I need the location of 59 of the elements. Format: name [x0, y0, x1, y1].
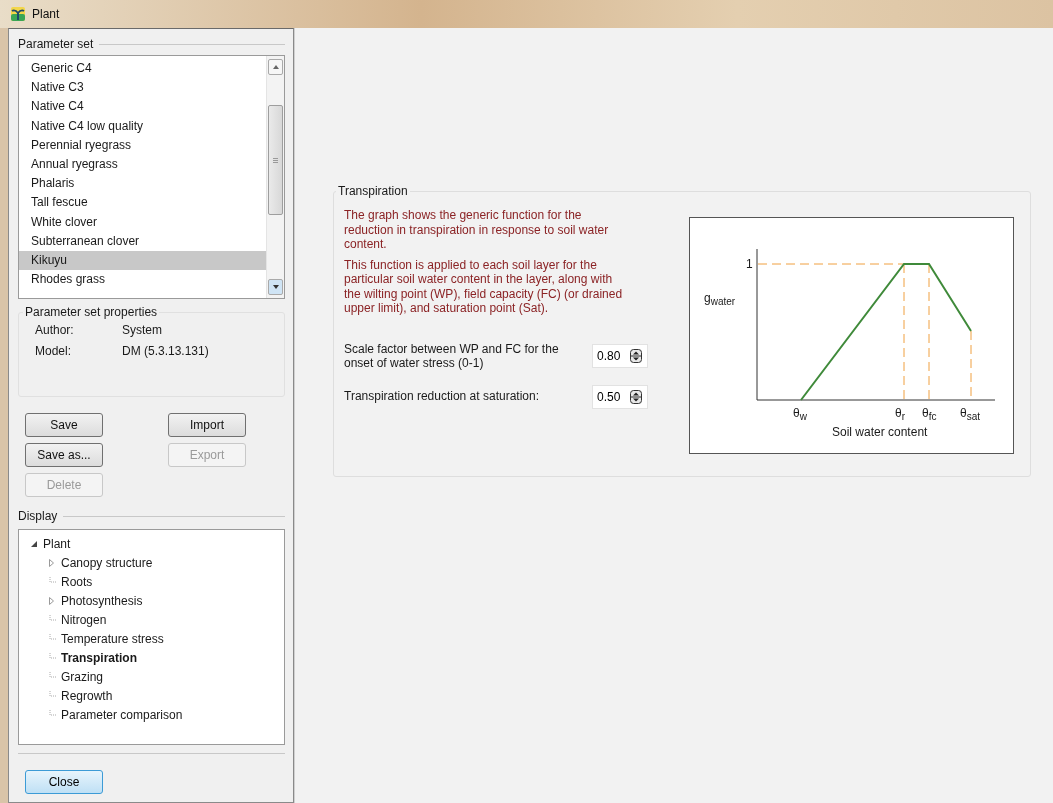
list-item[interactable]: Perennial ryegrass	[19, 135, 266, 155]
tree-item[interactable]: Temperature stress	[61, 631, 164, 646]
spin-button[interactable]	[630, 349, 642, 363]
tree-item[interactable]: Plant	[43, 536, 71, 551]
list-item[interactable]: Phalaris	[19, 174, 266, 194]
axis-label: Soil water content	[832, 425, 928, 439]
scroll-down-button[interactable]	[268, 279, 283, 295]
list-item[interactable]: Rhodes grass	[19, 270, 266, 290]
window-title: Plant	[32, 7, 60, 21]
tree-item[interactable]: Transpiration	[61, 650, 137, 665]
axis-tick-label: 1	[746, 257, 753, 271]
action-button[interactable]: Save as...	[25, 443, 103, 467]
expand-arrow-icon[interactable]	[49, 558, 54, 567]
tree-item[interactable]: Roots	[61, 574, 93, 589]
up-arrow-icon	[272, 65, 279, 69]
field-label: Transpiration reduction at saturation:	[344, 389, 540, 404]
section-title: Display	[18, 509, 58, 523]
collapse-arrow-icon[interactable]	[31, 540, 37, 547]
tree-item[interactable]: Canopy structure	[61, 555, 153, 570]
list-item[interactable]: Generic C4	[19, 59, 266, 79]
axis-label: g$_{water}$	[704, 291, 736, 310]
property-value: DM (5.3.13.131)	[122, 343, 210, 358]
expand-arrow-icon[interactable]	[49, 596, 54, 605]
down-arrow-icon	[272, 285, 279, 289]
axis-tick-label: θ$_{fc}$	[922, 406, 937, 425]
description-text: This function is applied to each soil layer for the particular soil water content in the layer, along with the wilting point (WP), field capacity (FC) (or drained upper limit), and saturation point (Sat).	[344, 257, 624, 316]
property-value: System	[122, 322, 163, 337]
scroll-up-button[interactable]	[268, 59, 283, 75]
property-label: Model:	[35, 343, 73, 358]
tree-item[interactable]: Grazing	[61, 669, 104, 684]
action-button[interactable]: Save	[25, 413, 103, 437]
list-item[interactable]: Annual ryegrass	[19, 154, 266, 175]
property-label: Author:	[35, 322, 75, 337]
scroll-thumb[interactable]	[268, 105, 283, 215]
spin-button[interactable]	[630, 389, 642, 404]
list-item[interactable]: Native C4 low quality	[19, 116, 266, 136]
tree-item[interactable]: Regrowth	[61, 688, 113, 703]
scrollbar[interactable]	[266, 56, 284, 298]
section-title: Parameter set	[18, 37, 94, 51]
section-title: Transpiration	[337, 184, 409, 198]
field-label: Scale factor between WP and FC for the onset of water stress (0-1)	[344, 341, 560, 371]
list-item[interactable]: Tall fescue	[19, 193, 266, 213]
list-item[interactable]: Subterranean clover	[19, 231, 266, 251]
list-item[interactable]: Native C4	[19, 97, 266, 117]
tree-item[interactable]: Parameter comparison	[61, 707, 183, 722]
grip-icon	[273, 157, 278, 163]
close-button[interactable]: Close	[25, 770, 103, 794]
description-text: The graph shows the generic function for the reduction in transpiration in response to soil water content.	[344, 208, 610, 252]
list-item[interactable]: Kikuyu	[19, 250, 266, 271]
plant-icon	[10, 6, 26, 22]
axis-tick-label: θ$_{r}$	[895, 406, 906, 425]
list-item[interactable]: Native C3	[19, 78, 266, 98]
section-title: Parameter set properties	[24, 305, 159, 319]
list-item[interactable]: White clover	[19, 212, 266, 232]
axis-tick-label: θ$_{w}$	[793, 406, 807, 425]
axis-tick-label: θ$_{sat}$	[960, 406, 981, 425]
action-button[interactable]: Import	[168, 413, 246, 437]
tree-item[interactable]: Photosynthesis	[61, 593, 143, 608]
tree-item[interactable]: Nitrogen	[61, 612, 107, 627]
